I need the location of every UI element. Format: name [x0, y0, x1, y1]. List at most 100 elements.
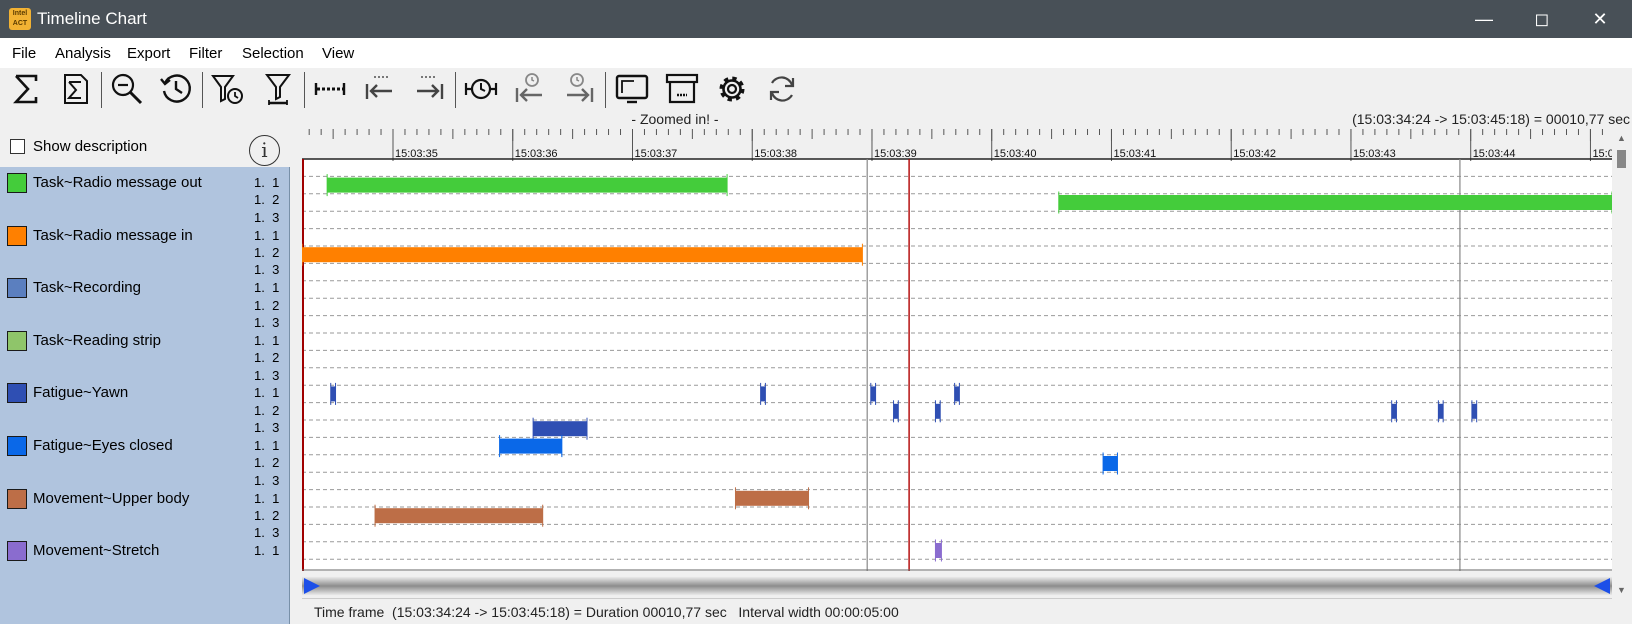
category-label: Movement~Upper body — [33, 489, 190, 507]
category-color-swatch — [7, 278, 27, 299]
subrow-label: 1. 1 — [254, 175, 280, 190]
interval-forward-icon[interactable] — [409, 69, 449, 109]
axis-tick-label: 15:03:39 — [874, 148, 917, 160]
panel-gap — [290, 598, 302, 624]
menu-view[interactable]: View — [322, 45, 354, 62]
range-readout: (15:03:34:24 -> 15:03:45:18) = 00010,77 … — [1352, 111, 1630, 127]
scrollbar-thumb[interactable] — [1617, 150, 1626, 168]
scroll-down-icon[interactable]: ▼ — [1617, 585, 1626, 595]
history-clock-icon[interactable] — [156, 69, 196, 109]
menu-filter[interactable]: Filter — [189, 45, 222, 62]
interval-back-icon[interactable] — [360, 69, 400, 109]
title-bar: Intel ACT Timeline Chart — ◻ ✕ — [0, 0, 1632, 38]
legend-category[interactable]: Movement~Upper body 1. 1 1. 2 1. 3 — [0, 483, 290, 540]
menu-bar: File Analysis Export Filter Selection Vi… — [0, 38, 1632, 68]
event-bar — [533, 421, 587, 437]
minimize-button[interactable]: — — [1455, 0, 1513, 38]
subrow-label: 1. 1 — [254, 227, 280, 243]
info-icon[interactable]: i — [249, 135, 280, 166]
interval-icon[interactable] — [310, 69, 350, 109]
axis-tick-label: 15:03:35 — [395, 148, 438, 160]
refresh-icon[interactable] — [762, 69, 802, 109]
category-label: Movement~Stretch — [33, 542, 160, 560]
scroll-up-icon[interactable]: ▲ — [1617, 133, 1626, 143]
menu-analysis[interactable]: Analysis — [55, 45, 111, 62]
timeline-chart-window: Intel ACT Timeline Chart — ◻ ✕ File Analy… — [0, 0, 1632, 624]
subrow-label: 1. 2 — [254, 350, 280, 366]
zoom-status: - Zoomed in! - — [631, 111, 719, 127]
timeline-chart-svg[interactable]: 15:03:35 15:03:36 15:03:37 15:03:38 15:03:39… — [301, 129, 1632, 574]
toolbar-separator — [101, 72, 102, 108]
axis-tick-label: 15:03:44 — [1473, 148, 1516, 160]
category-color-swatch — [7, 436, 27, 456]
event-bar — [870, 386, 876, 402]
gear-icon[interactable] — [712, 69, 752, 109]
event-bar — [327, 177, 728, 193]
category-label: Task~Radio message in — [33, 226, 193, 244]
category-color-swatch — [7, 383, 27, 404]
show-description-label: Show description — [33, 138, 148, 155]
status-bar: Time frame (15:03:34:24 -> 15:03:45:18) … — [302, 598, 1612, 624]
category-label: Task~Recording — [33, 279, 141, 297]
category-legend: Task~Radio message out 1. 1 1. 2 1. 3 Task~R… — [0, 167, 290, 624]
axis-tick-label: 15:03:38 — [754, 148, 797, 160]
menu-export[interactable]: Export — [127, 45, 170, 62]
clock-interval-icon[interactable] — [461, 69, 501, 109]
axis-tick-label: 15:03:36 — [515, 148, 558, 160]
screen-icon[interactable] — [612, 69, 652, 109]
subrow-label: 1. 2 — [254, 507, 280, 523]
legend-category[interactable]: Task~Recording 1. 1 1. 2 1. 3 — [0, 272, 290, 330]
scroller-track[interactable] — [302, 576, 1612, 596]
axis-tick-label: 15:03:40 — [994, 148, 1037, 160]
sum-icon[interactable] — [6, 69, 46, 109]
menu-selection[interactable]: Selection — [242, 45, 304, 62]
vertical-scrollbar[interactable]: ▲ ▼ — [1612, 129, 1632, 624]
menu-file[interactable]: File — [12, 45, 36, 62]
legend-category[interactable]: Fatigue~Eyes closed 1. 1 1. 2 1. 3 — [0, 430, 290, 488]
axis-tick-label: 15:03:45 — [1592, 148, 1612, 160]
category-color-swatch — [7, 173, 27, 193]
time-frame-status: Time frame (15:03:34:24 -> 15:03:45:18) … — [314, 604, 899, 620]
event-bar — [1058, 195, 1612, 210]
filter-range-icon[interactable] — [258, 69, 298, 109]
event-bar — [375, 508, 543, 524]
subrow-label: 1. 2 — [254, 192, 280, 208]
maximize-button[interactable]: ◻ — [1513, 0, 1571, 38]
event-bar — [760, 386, 766, 402]
timeline-chart[interactable]: 15:03:35 15:03:36 15:03:37 15:03:38 15:03:39… — [301, 129, 1632, 574]
legend-category[interactable]: Task~Reading strip 1. 1 1. 2 1. 3 — [0, 325, 290, 383]
subrow-label: 1. 1 — [254, 385, 280, 401]
event-bar — [1391, 403, 1397, 419]
sum-document-icon[interactable] — [55, 69, 95, 109]
archive-icon[interactable] — [662, 69, 702, 109]
subrow-label: 1. 2 — [254, 455, 280, 471]
toolbar-separator — [304, 72, 305, 108]
show-description-checkbox[interactable] — [10, 139, 25, 154]
axis-tick-label: 15:03:41 — [1113, 148, 1156, 160]
event-bar — [954, 386, 960, 402]
filter-clock-icon[interactable] — [208, 69, 248, 109]
event-bar — [1471, 403, 1477, 419]
subrow-label: 1. 1 — [254, 543, 280, 559]
timeline-scroller[interactable] — [302, 574, 1612, 598]
window-title: Timeline Chart — [37, 9, 147, 28]
legend-category[interactable]: Fatigue~Yawn 1. 1 1. 2 1. 3 — [0, 377, 290, 435]
toolbar-separator — [202, 72, 203, 108]
clock-back-icon[interactable] — [510, 69, 550, 109]
legend-category[interactable]: Task~Radio message in 1. 1 1. 2 1. 3 — [0, 220, 290, 277]
subrow-label: 1. 1 — [254, 438, 280, 453]
axis-tick-label: 15:03:43 — [1353, 148, 1396, 160]
close-button[interactable]: ✕ — [1571, 0, 1629, 38]
clock-forward-icon[interactable] — [559, 69, 599, 109]
event-bar — [302, 247, 863, 263]
category-color-swatch — [7, 330, 27, 351]
event-bar — [893, 403, 899, 419]
zoom-out-icon[interactable] — [107, 69, 147, 109]
legend-category[interactable]: Movement~Stretch 1. 1 — [0, 535, 290, 588]
subrow-label: 1. 1 — [254, 280, 280, 296]
axis-tick-label: 15:03:37 — [634, 148, 677, 160]
legend-category[interactable]: Task~Radio message out 1. 1 1. 2 1. 3 — [0, 167, 290, 225]
category-color-swatch — [7, 225, 27, 246]
toolbar-separator — [605, 72, 606, 108]
axis-header — [302, 129, 1612, 159]
